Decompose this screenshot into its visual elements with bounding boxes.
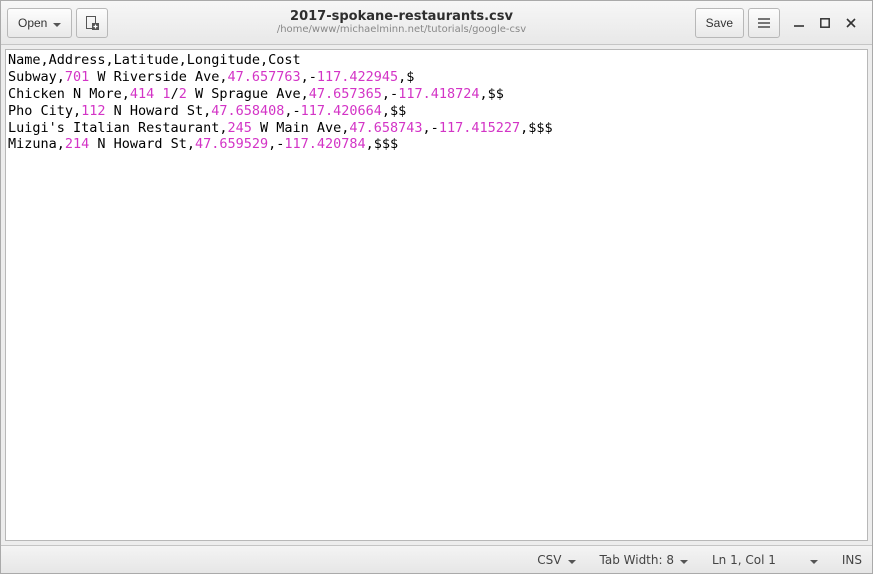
editor-line: Subway,701 W Riverside Ave,47.657763,-11… — [8, 69, 865, 86]
insert-mode[interactable]: INS — [842, 553, 862, 567]
editor-line: Name,Address,Latitude,Longitude,Cost — [8, 52, 865, 69]
save-button[interactable]: Save — [695, 8, 744, 38]
editor-line: Chicken N More,414 1/2 W Sprague Ave,47.… — [8, 86, 865, 103]
minimize-icon — [794, 18, 804, 28]
editor-line: Luigi's Italian Restaurant,245 W Main Av… — [8, 120, 865, 137]
hamburger-menu-button[interactable] — [748, 8, 780, 38]
close-icon — [846, 18, 856, 28]
save-button-label: Save — [706, 16, 733, 30]
language-label: CSV — [537, 553, 561, 567]
maximize-icon — [820, 18, 830, 28]
hamburger-icon — [757, 16, 771, 30]
chevron-down-icon — [566, 553, 576, 567]
editor-container: Name,Address,Latitude,Longitude,CostSubw… — [1, 45, 872, 545]
title-area: 2017-spokane-restaurants.csv /home/www/m… — [112, 9, 690, 37]
statusbar: CSV Tab Width: 8 Ln 1, Col 1 INS — [1, 545, 872, 573]
minimize-button[interactable] — [792, 16, 806, 30]
language-selector[interactable]: CSV — [537, 553, 575, 567]
chevron-down-icon — [808, 553, 818, 567]
cursor-position[interactable]: Ln 1, Col 1 — [712, 553, 818, 567]
window-controls — [784, 16, 866, 30]
chevron-down-icon — [51, 16, 61, 30]
text-editor[interactable]: Name,Address,Latitude,Longitude,CostSubw… — [5, 49, 868, 541]
open-button[interactable]: Open — [7, 8, 72, 38]
new-document-icon — [84, 15, 100, 31]
open-button-label: Open — [18, 16, 47, 30]
new-document-button[interactable] — [76, 8, 108, 38]
tab-width-label: Tab Width: 8 — [600, 553, 674, 567]
window-subtitle: /home/www/michaelminn.net/tutorials/goog… — [112, 24, 690, 36]
titlebar: Open 2017-spokane-restaurants.csv /home/… — [1, 1, 872, 45]
chevron-down-icon — [678, 553, 688, 567]
editor-line: Mizuna,214 N Howard St,47.659529,-117.42… — [8, 136, 865, 153]
insert-mode-label: INS — [842, 553, 862, 567]
maximize-button[interactable] — [818, 16, 832, 30]
window-title: 2017-spokane-restaurants.csv — [112, 9, 690, 25]
tab-width-selector[interactable]: Tab Width: 8 — [600, 553, 688, 567]
editor-line: Pho City,112 N Howard St,47.658408,-117.… — [8, 103, 865, 120]
cursor-position-label: Ln 1, Col 1 — [712, 553, 776, 567]
close-button[interactable] — [844, 16, 858, 30]
